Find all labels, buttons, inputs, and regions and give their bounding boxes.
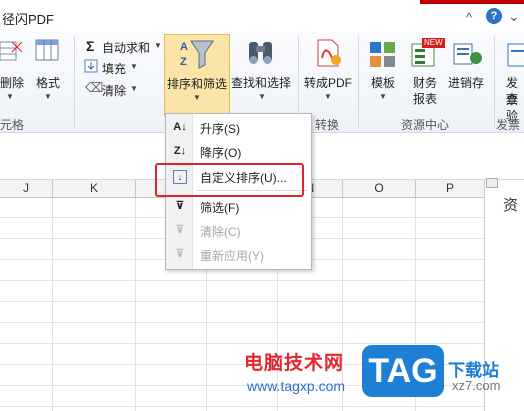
chevron-down-icon[interactable]: ▼ — [130, 84, 138, 93]
sort-filter-label: 排序和筛选 — [166, 77, 227, 91]
side-panel-title: 资 — [503, 197, 519, 214]
delete-button-label[interactable]: 删除 — [0, 74, 24, 91]
format-button-label[interactable]: 格式 — [36, 74, 60, 91]
minimize-icon[interactable]: ⌄ — [508, 8, 520, 25]
menu-item-sort-ascending[interactable]: A↓ 升序(S) — [166, 116, 311, 138]
invoicing-label[interactable]: 进销存 — [448, 74, 484, 91]
group-label-cells: 元格 — [0, 118, 25, 132]
eraser-icon[interactable]: ⌫ — [85, 80, 103, 96]
chevron-down-icon[interactable]: ▼ — [44, 92, 52, 101]
delete-icon[interactable] — [0, 38, 24, 64]
find-select-label[interactable]: 查找和选择 — [231, 74, 291, 91]
reapply-icon: ⊽ — [175, 248, 185, 260]
collapse-ribbon-icon[interactable]: ^ — [466, 10, 472, 25]
highlight-annotation — [155, 163, 304, 197]
chevron-down-icon[interactable]: ▼ — [6, 92, 14, 101]
column-header-j[interactable]: J — [0, 180, 53, 197]
watermark-url: www.tagxp.com — [247, 378, 346, 394]
tag-logo: TAG — [362, 345, 444, 397]
menu-item-filter[interactable]: ⊽ 筛选(F) — [166, 195, 311, 217]
menu-item-label: 清除(C) — [200, 225, 241, 239]
watermark-text: 电脑技术网 — [244, 353, 345, 374]
menu-item-sort-descending[interactable]: Z↓ 降序(O) — [166, 140, 311, 162]
format-icon[interactable] — [34, 38, 62, 64]
group-divider — [494, 36, 495, 128]
chevron-down-icon[interactable]: ▼ — [130, 62, 138, 71]
row-line — [0, 406, 484, 407]
autosum-icon[interactable]: Σ — [86, 38, 94, 54]
menu-item-label: 降序(O) — [200, 146, 242, 160]
column-header-p[interactable]: P — [416, 180, 485, 197]
autosum-button[interactable]: 自动求和 — [102, 39, 150, 56]
row-line — [0, 322, 484, 323]
invoice-check-icon[interactable] — [506, 40, 524, 68]
accent-strip — [420, 0, 524, 4]
menu-item-reapply: ⊽ 重新应用(Y) — [166, 243, 311, 265]
row-line — [0, 280, 484, 281]
row-line — [0, 301, 484, 302]
template-label[interactable]: 模板 — [371, 74, 395, 91]
finance-label-line1[interactable]: 财务 — [413, 74, 437, 91]
clear-filter-icon: ⊽ — [175, 224, 185, 236]
filter-icon: ⊽ — [175, 200, 185, 212]
chevron-down-icon[interactable]: ▼ — [258, 92, 266, 101]
group-divider — [74, 36, 75, 128]
window-title: 径闪PDF — [2, 12, 55, 27]
sort-ascending-icon: A↓ — [173, 121, 187, 133]
sort-descending-icon: Z↓ — [173, 145, 187, 157]
menu-item-label: 升序(S) — [200, 122, 240, 136]
watermark-site-url: xz7.com — [452, 378, 501, 393]
invoicing-icon[interactable] — [452, 40, 484, 68]
title-bar: 径闪PDF — [0, 0, 524, 33]
template-icon[interactable] — [368, 40, 398, 68]
svg-text:Z: Z — [180, 56, 187, 68]
new-badge: NEW — [422, 38, 445, 48]
sort-filter-icon: A Z — [179, 37, 215, 71]
convert-pdf-label[interactable]: 转成PDF — [304, 74, 352, 91]
chevron-down-icon[interactable]: ▼ — [324, 92, 332, 101]
column-header-k[interactable]: K — [53, 180, 136, 197]
group-divider — [358, 36, 359, 128]
pdf-icon[interactable] — [314, 38, 342, 68]
chevron-down-icon[interactable]: ▼ — [379, 92, 387, 101]
menu-item-label: 筛选(F) — [200, 201, 240, 215]
clear-button[interactable]: 清除 — [102, 82, 126, 99]
group-label-resource-center: 资源中心 — [401, 118, 450, 132]
menu-item-clear: ⊽ 清除(C) — [166, 219, 311, 241]
column-line — [135, 198, 136, 411]
column-header-o[interactable]: O — [343, 180, 416, 197]
menu-item-label: 重新应用(Y) — [200, 249, 264, 263]
fill-icon[interactable] — [84, 59, 98, 73]
chevron-down-icon: ▼ — [193, 93, 201, 102]
group-label-convert: 转换 — [315, 118, 340, 132]
help-icon[interactable]: ? — [486, 8, 502, 24]
scroll-up-button[interactable] — [486, 178, 498, 188]
finance-label-line2[interactable]: 报表 — [413, 90, 437, 107]
column-line — [52, 198, 53, 411]
binoculars-icon[interactable] — [246, 38, 276, 68]
chevron-down-icon[interactable]: ▼ — [154, 41, 162, 50]
sort-filter-button[interactable]: A Z 排序和筛选 ▼ — [164, 34, 230, 116]
fill-button[interactable]: 填充 — [102, 60, 126, 77]
row-line — [0, 343, 484, 344]
svg-text:A: A — [180, 41, 188, 53]
